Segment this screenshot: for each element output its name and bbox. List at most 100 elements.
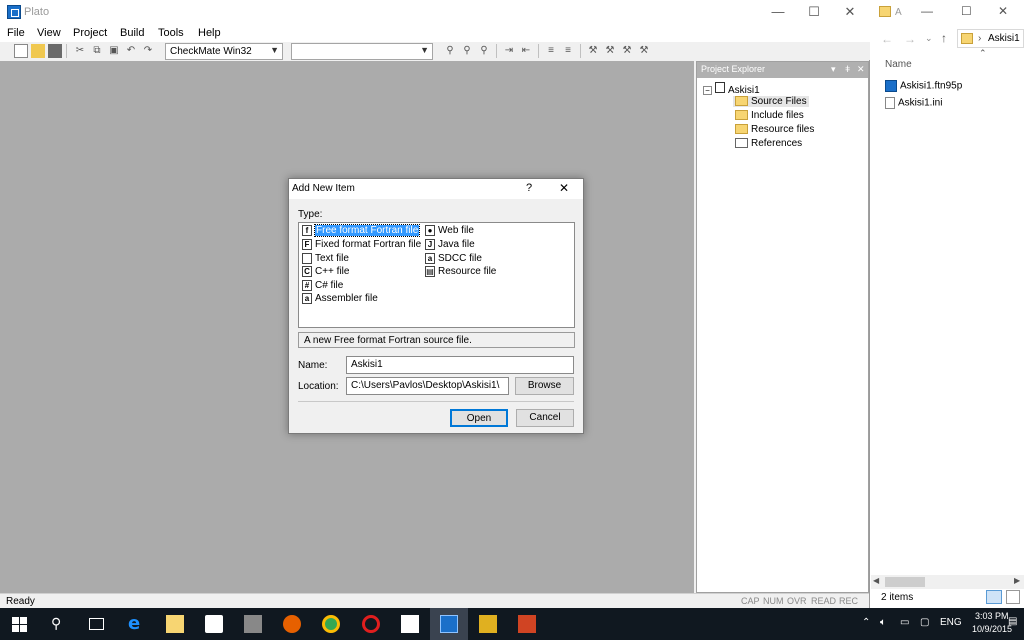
powerpoint-icon[interactable] bbox=[518, 615, 536, 633]
tree-item-source-files[interactable]: Source Files bbox=[733, 96, 809, 107]
file-item[interactable]: Askisi1.ini bbox=[885, 97, 942, 109]
scroll-right-icon[interactable]: ▶ bbox=[1014, 576, 1020, 585]
close-button[interactable]: ✕ bbox=[832, 0, 868, 24]
type-item-text[interactable]: Text file bbox=[302, 253, 349, 264]
browse-button[interactable]: Browse bbox=[515, 377, 574, 395]
dialog-close-button[interactable]: ✕ bbox=[559, 181, 569, 195]
notifications-icon[interactable]: ▤ bbox=[1008, 616, 1017, 627]
cancel-button[interactable]: Cancel bbox=[516, 409, 574, 427]
network-icon[interactable]: ▭ bbox=[900, 617, 909, 628]
apps-icon[interactable] bbox=[401, 615, 419, 633]
task-view-icon[interactable] bbox=[89, 618, 104, 630]
tray-expand-icon[interactable]: ⌃ bbox=[862, 617, 870, 628]
menu-view[interactable]: View bbox=[37, 27, 61, 39]
cut-icon[interactable]: ✂ bbox=[73, 44, 87, 58]
back-icon[interactable]: ← bbox=[881, 32, 893, 46]
app-icon[interactable] bbox=[479, 615, 497, 633]
name-input[interactable]: Askisi1 bbox=[346, 356, 574, 374]
outdent-icon[interactable]: ⇤ bbox=[519, 44, 533, 58]
open-folder-icon[interactable] bbox=[31, 44, 45, 58]
references-icon bbox=[735, 138, 748, 149]
project-explorer-title: Project Explorer bbox=[701, 64, 766, 74]
recent-icon[interactable]: ⌄ bbox=[925, 33, 933, 44]
explorer-minimize[interactable]: — bbox=[921, 4, 933, 18]
scroll-thumb[interactable] bbox=[885, 577, 925, 587]
explorer-maximize[interactable]: ☐ bbox=[961, 4, 972, 18]
language-indicator[interactable]: ENG bbox=[940, 617, 962, 628]
find-icon[interactable]: ⚲ bbox=[443, 44, 457, 58]
search-icon[interactable]: ⚲ bbox=[51, 615, 61, 632]
edge-icon[interactable]: e bbox=[128, 613, 140, 634]
location-input[interactable]: C:\Users\Pavlos\Desktop\Askisi1\ bbox=[346, 377, 509, 395]
chrome-icon[interactable] bbox=[322, 615, 340, 633]
menu-help[interactable]: Help bbox=[198, 27, 221, 39]
new-file-icon[interactable] bbox=[14, 44, 28, 58]
details-view-icon[interactable] bbox=[986, 590, 1002, 604]
type-item-csharp[interactable]: # C# file bbox=[302, 280, 343, 291]
type-item-free-fortran[interactable]: f Free format Fortran file bbox=[302, 224, 421, 238]
find-next-icon[interactable]: ⚲ bbox=[460, 44, 474, 58]
redo-icon[interactable]: ↷ bbox=[141, 44, 155, 58]
comment-icon[interactable]: ≡ bbox=[544, 44, 558, 58]
plato-taskbar-button[interactable] bbox=[430, 608, 468, 640]
pin-icon[interactable]: ǂ bbox=[845, 64, 850, 74]
tree-item-include-files[interactable]: Include files bbox=[735, 110, 804, 121]
panel-close-icon[interactable]: ✕ bbox=[857, 64, 865, 75]
clock-time[interactable]: 3:03 PM bbox=[975, 611, 1009, 621]
platform-combo[interactable]: ▼ bbox=[291, 43, 433, 60]
clock-date[interactable]: 10/9/2015 bbox=[972, 624, 1012, 634]
horizontal-scrollbar[interactable]: ◀ ▶ bbox=[871, 575, 1024, 589]
indent-icon[interactable]: ⇥ bbox=[502, 44, 516, 58]
store-icon[interactable] bbox=[205, 615, 223, 633]
windows-start-icon[interactable] bbox=[12, 617, 27, 632]
tree-root[interactable]: − Askisi1 bbox=[703, 82, 760, 96]
scroll-left-icon[interactable]: ◀ bbox=[873, 576, 879, 585]
type-item-fixed-fortran[interactable]: F Fixed format Fortran file bbox=[302, 239, 421, 250]
find-in-files-icon[interactable]: ⚲ bbox=[477, 44, 491, 58]
undo-icon[interactable]: ↶ bbox=[124, 44, 138, 58]
run-icon[interactable]: ⚒ bbox=[637, 44, 651, 58]
explorer-close[interactable]: ✕ bbox=[998, 4, 1008, 18]
copy-icon[interactable]: ⧉ bbox=[90, 44, 104, 58]
menu-file[interactable]: File bbox=[7, 27, 25, 39]
file-explorer-icon[interactable] bbox=[166, 615, 184, 633]
up-icon[interactable]: ↑ bbox=[941, 31, 947, 45]
menu-build[interactable]: Build bbox=[120, 27, 144, 39]
file-item[interactable]: Askisi1.ftn95p bbox=[885, 80, 962, 92]
open-button[interactable]: Open bbox=[450, 409, 508, 427]
help-button[interactable]: ? bbox=[526, 182, 532, 194]
folder-icon bbox=[735, 96, 748, 107]
tiles-view-icon[interactable] bbox=[1006, 590, 1020, 604]
tree-item-references[interactable]: References bbox=[735, 138, 802, 149]
type-item-web[interactable]: ● Web file bbox=[425, 225, 474, 236]
menu-tools[interactable]: Tools bbox=[158, 27, 184, 39]
type-item-sdcc[interactable]: a SDCC file bbox=[425, 253, 482, 264]
firefox-icon[interactable] bbox=[283, 615, 301, 633]
uncomment-icon[interactable]: ≡ bbox=[561, 44, 575, 58]
type-item-assembler[interactable]: a Assembler file bbox=[302, 293, 378, 304]
paste-icon[interactable]: ▣ bbox=[107, 44, 121, 58]
column-name-header[interactable]: Name bbox=[885, 59, 912, 70]
maximize-button[interactable]: ☐ bbox=[796, 0, 832, 24]
type-item-resource[interactable]: ▤ Resource file bbox=[425, 266, 496, 277]
compile-icon[interactable]: ⚒ bbox=[586, 44, 600, 58]
volume-icon[interactable]: 🔈︎ bbox=[880, 617, 886, 628]
opera-icon[interactable] bbox=[362, 615, 380, 633]
dialog-title: Add New Item bbox=[292, 183, 355, 194]
save-icon[interactable] bbox=[48, 44, 62, 58]
collapse-icon[interactable]: − bbox=[703, 86, 712, 95]
forward-icon[interactable]: → bbox=[904, 32, 916, 46]
minimize-button[interactable]: — bbox=[760, 0, 796, 24]
tree-item-label: Source Files bbox=[751, 96, 807, 107]
menu-project[interactable]: Project bbox=[73, 27, 107, 39]
media-icon[interactable] bbox=[244, 615, 262, 633]
panel-menu-icon[interactable]: ▾ bbox=[831, 64, 836, 75]
build-icon[interactable]: ⚒ bbox=[603, 44, 617, 58]
tree-item-resource-files[interactable]: Resource files bbox=[735, 124, 814, 135]
type-item-cpp[interactable]: C C++ file bbox=[302, 266, 349, 277]
configuration-combo[interactable]: CheckMate Win32 ▼ bbox=[165, 43, 283, 60]
type-item-java[interactable]: J Java file bbox=[425, 239, 475, 250]
action-center-icon[interactable]: ▢ bbox=[920, 617, 929, 628]
rebuild-icon[interactable]: ⚒ bbox=[620, 44, 634, 58]
address-bar[interactable]: › Askisi1 bbox=[957, 29, 1024, 48]
